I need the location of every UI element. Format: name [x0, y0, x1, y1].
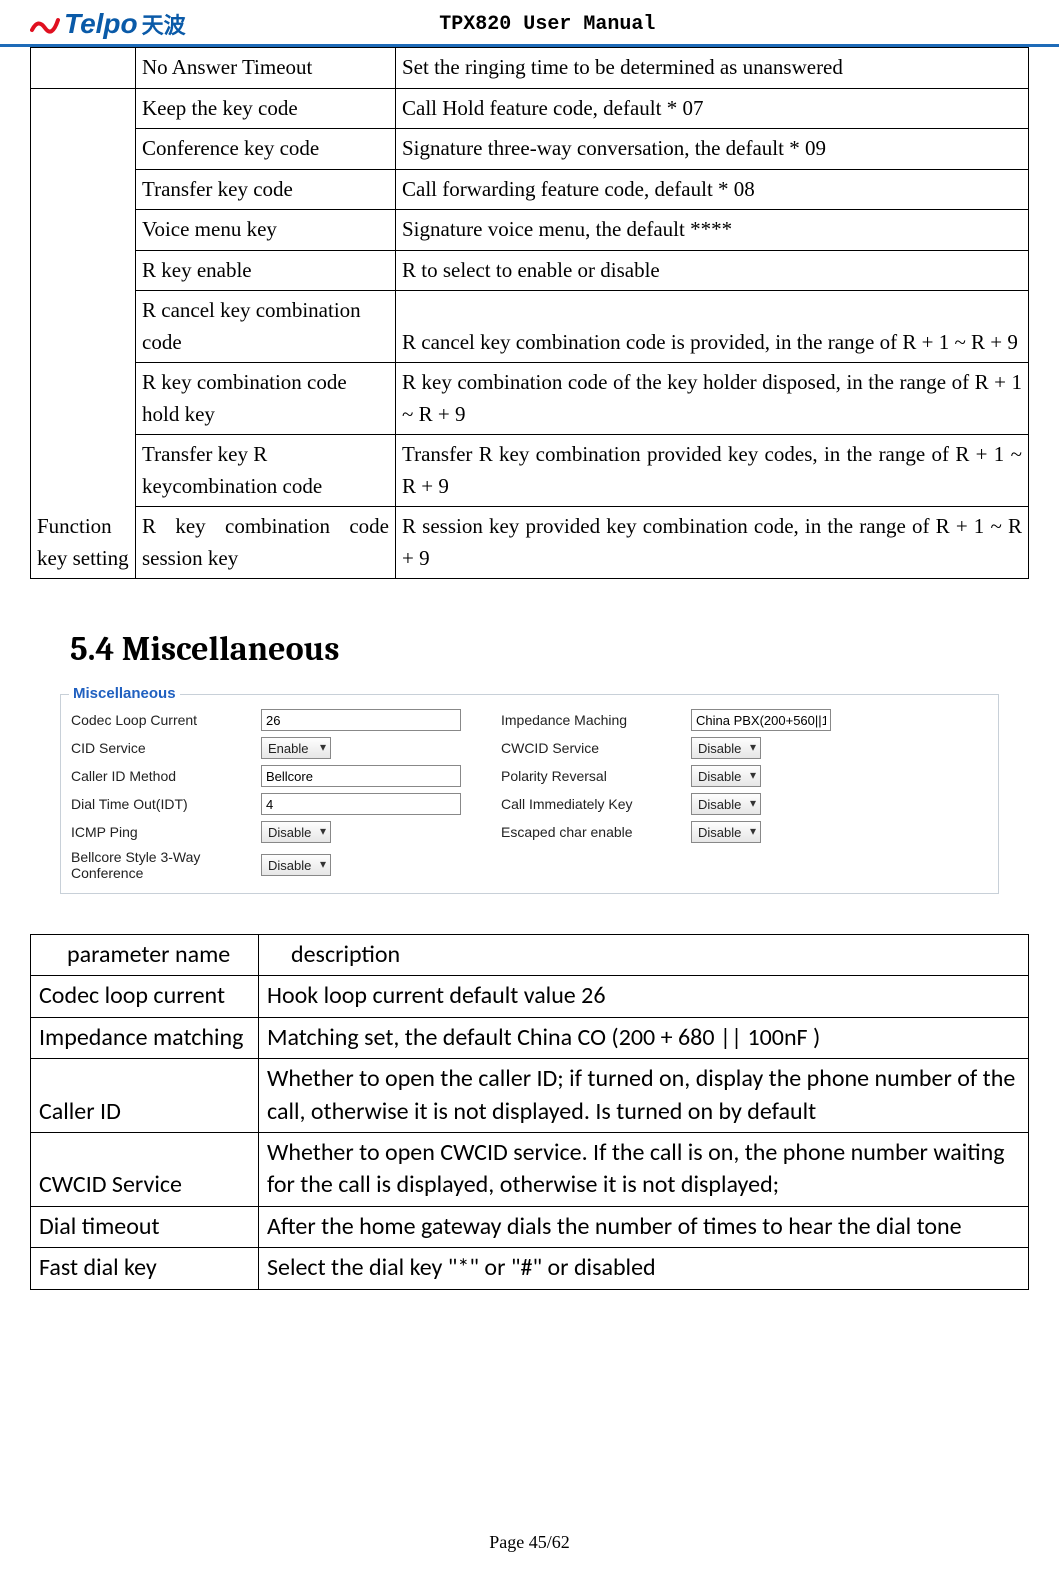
cell: Whether to open the caller ID; if turned…: [259, 1059, 1029, 1133]
call-immediately-select[interactable]: Disable: [691, 793, 761, 815]
header-cell: parameter name: [31, 935, 259, 976]
dial-timeout-input[interactable]: [261, 793, 461, 815]
cell: No Answer Timeout: [136, 48, 396, 89]
cell: Matching set, the default China CO (200 …: [259, 1017, 1029, 1058]
cell: R key combination code hold key: [136, 363, 396, 435]
impedance-input[interactable]: [691, 709, 831, 731]
cell: Signature three-way conversation, the de…: [396, 129, 1029, 170]
table-row: Transfer key code Call forwarding featur…: [31, 169, 1029, 210]
cell: After the home gateway dials the number …: [259, 1206, 1029, 1247]
bellcore-3way-label: Bellcore Style 3-Way Conference: [71, 849, 241, 881]
bellcore-3way-select[interactable]: Disable: [261, 854, 331, 876]
cid-service-select[interactable]: Enable: [261, 737, 331, 759]
cell: Call forwarding feature code, default * …: [396, 169, 1029, 210]
codec-loop-input[interactable]: [261, 709, 461, 731]
cell: Whether to open CWCID service. If the ca…: [259, 1132, 1029, 1206]
cell: Set the ringing time to be determined as…: [396, 48, 1029, 89]
table-row: R key combination code session key R ses…: [31, 507, 1029, 579]
table-row: CWCID Service Whether to open CWCID serv…: [31, 1132, 1029, 1206]
cell: Select the dial key "*" or "#" or disabl…: [259, 1248, 1029, 1289]
cell: Call Hold feature code, default * 07: [396, 88, 1029, 129]
cell: Transfer key R keycombination code: [136, 435, 396, 507]
cell: Dial timeout: [31, 1206, 259, 1247]
cell: Transfer R key combination provided key …: [396, 435, 1029, 507]
table-row: Caller ID Whether to open the caller ID;…: [31, 1059, 1029, 1133]
table-row: R key enable R to select to enable or di…: [31, 250, 1029, 291]
table-row: R cancel key combination code R cancel k…: [31, 291, 1029, 363]
parameter-table: parameter name description Codec loop cu…: [30, 934, 1029, 1290]
cell: Transfer key code: [136, 169, 396, 210]
polarity-reversal-select[interactable]: Disable: [691, 765, 761, 787]
table-row: No Answer Timeout Set the ringing time t…: [31, 48, 1029, 89]
manual-title: TPX820 User Manual: [66, 13, 1029, 36]
cell: R session key provided key combination c…: [396, 507, 1029, 579]
dial-timeout-label: Dial Time Out(IDT): [71, 796, 241, 812]
cwcid-service-select[interactable]: Disable: [691, 737, 761, 759]
table-row: Function key setting Keep the key code C…: [31, 88, 1029, 129]
cell: R key combination code session key: [136, 507, 396, 579]
cell: Impedance matching: [31, 1017, 259, 1058]
table-row: Codec loop current Hook loop current def…: [31, 976, 1029, 1017]
table-row: R key combination code hold key R key co…: [31, 363, 1029, 435]
miscellaneous-panel: Miscellaneous Codec Loop Current Impedan…: [60, 694, 999, 894]
group-label-cell: Function key setting: [31, 88, 136, 579]
cell: R key enable: [136, 250, 396, 291]
wave-icon: [30, 10, 60, 38]
cell: Voice menu key: [136, 210, 396, 251]
function-key-table: No Answer Timeout Set the ringing time t…: [30, 47, 1029, 579]
table-row: Conference key code Signature three-way …: [31, 129, 1029, 170]
cell: Codec loop current: [31, 976, 259, 1017]
table-row: Dial timeout After the home gateway dial…: [31, 1206, 1029, 1247]
table-row: Transfer key R keycombination code Trans…: [31, 435, 1029, 507]
page-header: Telpo 天波 TPX820 User Manual: [0, 0, 1059, 47]
table-header-row: parameter name description: [31, 935, 1029, 976]
cell: [31, 48, 136, 89]
codec-loop-label: Codec Loop Current: [71, 712, 241, 728]
panel-legend: Miscellaneous: [69, 685, 180, 702]
cell: R cancel key combination code is provide…: [396, 291, 1029, 363]
caller-id-method-label: Caller ID Method: [71, 768, 241, 784]
cell: R cancel key combination code: [136, 291, 396, 363]
icmp-ping-label: ICMP Ping: [71, 824, 241, 840]
escaped-char-select[interactable]: Disable: [691, 821, 761, 843]
cell: Signature voice menu, the default ****: [396, 210, 1029, 251]
escaped-char-label: Escaped char enable: [501, 824, 671, 840]
page-footer: Page 45/62: [0, 1532, 1059, 1553]
icmp-ping-select[interactable]: Disable: [261, 821, 331, 843]
call-immediately-label: Call Immediately Key: [501, 796, 671, 812]
cell: R to select to enable or disable: [396, 250, 1029, 291]
table-row: Voice menu key Signature voice menu, the…: [31, 210, 1029, 251]
header-cell: description: [259, 935, 1029, 976]
table-row: Fast dial key Select the dial key "*" or…: [31, 1248, 1029, 1289]
cell: Fast dial key: [31, 1248, 259, 1289]
section-heading: 5.4 Miscellaneous: [70, 629, 1029, 669]
cell: R key combination code of the key holder…: [396, 363, 1029, 435]
polarity-reversal-label: Polarity Reversal: [501, 768, 671, 784]
cell: Conference key code: [136, 129, 396, 170]
cwcid-service-label: CWCID Service: [501, 740, 671, 756]
cell: CWCID Service: [31, 1132, 259, 1206]
cid-service-label: CID Service: [71, 740, 241, 756]
cell: Caller ID: [31, 1059, 259, 1133]
cell: Hook loop current default value 26: [259, 976, 1029, 1017]
cell: Keep the key code: [136, 88, 396, 129]
table-row: Impedance matching Matching set, the def…: [31, 1017, 1029, 1058]
caller-id-method-input[interactable]: [261, 765, 461, 787]
impedance-label: Impedance Maching: [501, 712, 671, 728]
